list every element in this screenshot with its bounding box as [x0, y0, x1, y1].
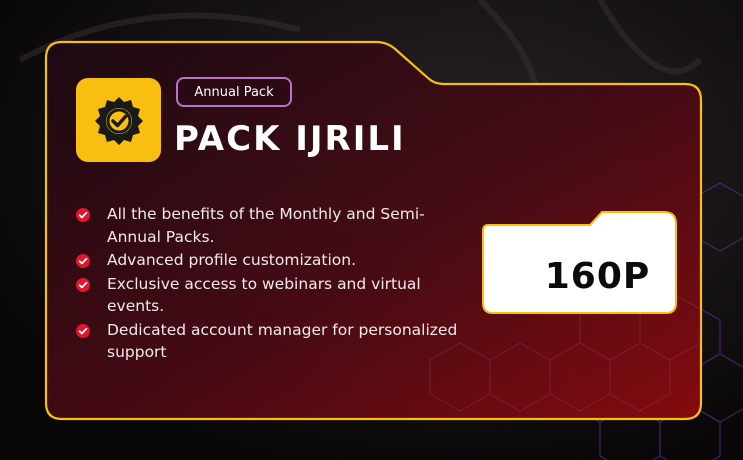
feature-item: All the benefits of the Monthly and Semi…	[76, 203, 476, 248]
check-circle-icon	[76, 254, 90, 268]
feature-list: All the benefits of the Monthly and Semi…	[76, 203, 476, 365]
feature-text: Dedicated account manager for personaliz…	[107, 320, 458, 362]
check-circle-icon	[76, 208, 90, 222]
check-circle-icon	[76, 277, 90, 292]
verified-badge-icon	[76, 78, 161, 162]
pack-title: PACK IJRILI	[174, 119, 406, 159]
feature-text: Advanced profile customization.	[107, 251, 357, 269]
feature-text: All the benefits of the Monthly and Semi…	[107, 205, 425, 246]
pack-type-badge: Annual Pack	[176, 77, 292, 107]
feature-item: Exclusive access to webinars and virtual…	[76, 273, 476, 318]
feature-text: Exclusive access to webinars and virtual…	[107, 274, 421, 316]
feature-item: Dedicated account manager for personaliz…	[76, 319, 476, 364]
verified-seal-icon	[94, 97, 143, 145]
check-circle-icon	[76, 323, 90, 338]
feature-item: Advanced profile customization.	[76, 249, 476, 272]
price-label: 160P	[544, 255, 651, 297]
